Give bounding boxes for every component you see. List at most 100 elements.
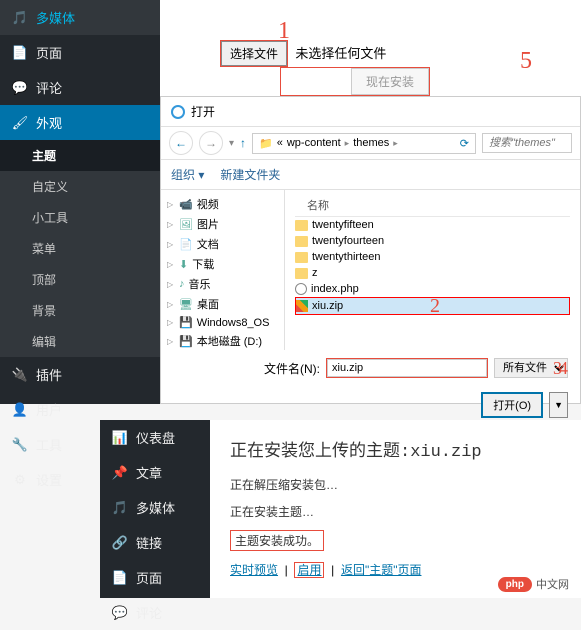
- app-icon: [171, 105, 185, 119]
- filename-input[interactable]: [327, 359, 487, 377]
- link-icon: 🔗: [112, 535, 128, 551]
- sidebar-item-comments[interactable]: 💬 评论: [100, 595, 210, 630]
- sidebar-label: 插件: [36, 365, 62, 384]
- submenu-themes[interactable]: 主题: [0, 140, 160, 171]
- dialog-body: 📹视频 🖼图片 📄文档 ⬇下载 ♪音乐 🖥桌面 💾Windows8_OS 💾本地…: [161, 190, 580, 350]
- media-icon: 🎵: [12, 10, 28, 26]
- dialog-title-bar: 打开: [161, 97, 580, 127]
- tree-item-desktop[interactable]: 🖥桌面: [165, 294, 280, 314]
- php-logo: php: [498, 577, 532, 592]
- sidebar-label: 评论: [36, 78, 62, 97]
- install-success: 主题安装成功。: [230, 530, 324, 551]
- sidebar-item-pages[interactable]: 📄 页面: [0, 35, 160, 70]
- return-themes-link[interactable]: 返回"主题"页面: [341, 563, 422, 577]
- sidebar-item-pages[interactable]: 📄 页面: [100, 560, 210, 595]
- file-row[interactable]: twentyfifteen: [295, 217, 570, 233]
- file-list-header[interactable]: 名称: [295, 194, 570, 217]
- tree-item-pictures[interactable]: 🖼图片: [165, 214, 280, 234]
- sidebar-label: 工具: [36, 435, 62, 454]
- live-preview-link[interactable]: 实时预览: [230, 563, 278, 577]
- main-content: 选择文件 未选择任何文件 现在安装 1 5 打开 ← → ▾ ↑ 📁 «: [160, 0, 581, 404]
- install-result-panel: 正在安装您上传的主题:xiu.zip 正在解压缩安装包… 正在安装主题… 主题安…: [210, 420, 581, 598]
- page-icon: 📄: [12, 45, 28, 61]
- refresh-icon[interactable]: ⟳: [460, 137, 469, 150]
- comment-icon: 💬: [12, 80, 28, 96]
- php-cn-badge: php 中文网: [498, 576, 569, 592]
- new-folder-button[interactable]: 新建文件夹: [220, 166, 280, 183]
- sidebar-item-media[interactable]: 🎵 多媒体: [0, 0, 160, 35]
- submenu-widgets[interactable]: 小工具: [0, 202, 160, 233]
- folder-icon: [295, 236, 308, 247]
- tree-item-docs[interactable]: 📄文档: [165, 234, 280, 254]
- folder-icon: [295, 252, 308, 263]
- dialog-footer: 文件名(N): 3 所有文件 4: [161, 350, 580, 386]
- zip-file-icon: [296, 300, 308, 312]
- folder-icon: [295, 268, 308, 279]
- breadcrumb-part[interactable]: wp-content: [287, 137, 341, 149]
- dialog-nav: ← → ▾ ↑ 📁 « wp-content ▸ themes ▸ ⟳: [161, 127, 580, 160]
- annotation-4: 4: [559, 358, 568, 379]
- organize-button[interactable]: 组织 ▾: [171, 166, 204, 183]
- install-title: 正在安装您上传的主题:xiu.zip: [230, 436, 561, 462]
- breadcrumb[interactable]: 📁 « wp-content ▸ themes ▸ ⟳: [252, 133, 476, 154]
- install-step-2: 正在安装主题…: [230, 503, 561, 520]
- file-row[interactable]: twentythirteen: [295, 249, 570, 265]
- sidebar-label: 页面: [36, 43, 62, 62]
- page-icon: 📄: [112, 570, 128, 586]
- appearance-icon: 🖌: [12, 115, 28, 131]
- sidebar-label: 用户: [36, 400, 62, 419]
- tree-item-downloads[interactable]: ⬇下载: [165, 254, 280, 274]
- sidebar-label: 外观: [36, 113, 62, 132]
- media-icon: 🎵: [112, 500, 128, 516]
- no-file-text: 未选择任何文件: [295, 46, 386, 61]
- sidebar-label: 设置: [36, 470, 62, 489]
- nav-dropdown-icon[interactable]: ▾: [229, 138, 234, 149]
- dialog-toolbar: 组织 ▾ 新建文件夹: [161, 160, 580, 190]
- comment-icon: 💬: [112, 605, 128, 621]
- chevron-right-icon: ▸: [345, 138, 350, 149]
- sidebar-item-comments[interactable]: 💬 评论: [0, 70, 160, 105]
- tree-item-disk-d[interactable]: 💾本地磁盘 (D:): [165, 331, 280, 350]
- submenu-customize[interactable]: 自定义: [0, 171, 160, 202]
- tree-item-osdisk[interactable]: 💾Windows8_OS: [165, 314, 280, 331]
- php-file-icon: [295, 283, 307, 295]
- file-row[interactable]: z: [295, 265, 570, 281]
- file-row[interactable]: twentyfourteen: [295, 233, 570, 249]
- open-button[interactable]: 打开(O): [481, 392, 543, 418]
- sidebar-item-dashboard[interactable]: 📊 仪表盘: [100, 420, 210, 455]
- sidebar-item-links[interactable]: 🔗 链接: [100, 525, 210, 560]
- sidebar-item-plugins[interactable]: 🔌 插件: [0, 357, 160, 392]
- wp-admin-sidebar-2: 📊 仪表盘 📌 文章 🎵 多媒体 🔗 链接 📄 页面 💬 评论: [100, 420, 210, 598]
- plugin-icon: 🔌: [12, 367, 28, 383]
- breadcrumb-part[interactable]: themes: [353, 137, 389, 149]
- settings-icon: ⚙: [12, 472, 28, 488]
- tools-icon: 🔧: [12, 437, 28, 453]
- sidebar-item-media[interactable]: 🎵 多媒体: [100, 490, 210, 525]
- tree-item-music[interactable]: ♪音乐: [165, 274, 280, 294]
- dialog-title: 打开: [191, 103, 215, 120]
- sidebar-item-appearance[interactable]: 🖌 外观: [0, 105, 160, 140]
- submenu-editor[interactable]: 编辑: [0, 326, 160, 357]
- submenu-background[interactable]: 背景: [0, 295, 160, 326]
- dialog-buttons: 打开(O) ▼: [161, 386, 580, 424]
- nav-up-icon[interactable]: ↑: [240, 136, 246, 150]
- post-icon: 📌: [112, 465, 128, 481]
- open-dropdown-button[interactable]: ▼: [549, 392, 568, 418]
- tree-item-video[interactable]: 📹视频: [165, 194, 280, 214]
- nav-forward-icon[interactable]: →: [199, 131, 223, 155]
- install-now-button[interactable]: 现在安装: [351, 68, 429, 95]
- folder-icon: [295, 220, 308, 231]
- chevron-right-icon: ▸: [393, 138, 398, 149]
- enable-theme-link[interactable]: 启用: [294, 562, 324, 578]
- dashboard-icon: 📊: [112, 430, 128, 446]
- folder-tree: 📹视频 🖼图片 📄文档 ⬇下载 ♪音乐 🖥桌面 💾Windows8_OS 💾本地…: [161, 190, 285, 350]
- install-step-1: 正在解压缩安装包…: [230, 476, 561, 493]
- annotation-5: 5: [520, 48, 532, 75]
- submenu-menus[interactable]: 菜单: [0, 233, 160, 264]
- breadcrumb-sep: «: [277, 137, 283, 149]
- nav-back-icon[interactable]: ←: [169, 131, 193, 155]
- sidebar-item-posts[interactable]: 📌 文章: [100, 455, 210, 490]
- submenu-header[interactable]: 顶部: [0, 264, 160, 295]
- search-input[interactable]: [482, 133, 572, 153]
- wp-admin-sidebar: 🎵 多媒体 📄 页面 💬 评论 🖌 外观 主题 自定义 小工具 菜单 顶部 背景…: [0, 0, 160, 404]
